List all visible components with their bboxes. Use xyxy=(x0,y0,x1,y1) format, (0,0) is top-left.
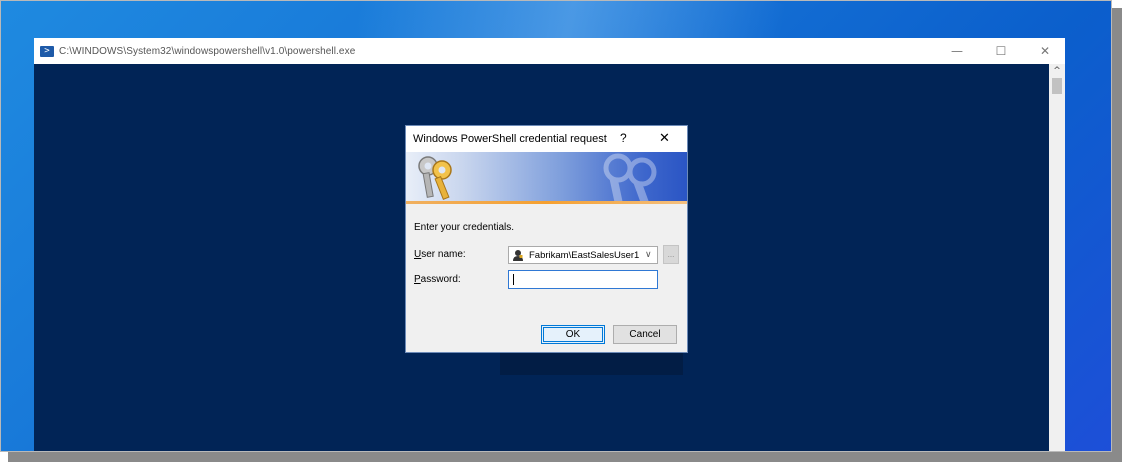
screenshot-shadow-bottom xyxy=(8,452,1122,462)
scrollbar-thumb[interactable] xyxy=(1052,78,1062,94)
console-titlebar[interactable]: > C:\WINDOWS\System32\windowspowershell\… xyxy=(34,38,1065,64)
user-name-value: Fabrikam\EastSalesUser1 xyxy=(529,250,640,261)
dialog-close-button[interactable]: ✕ xyxy=(659,130,670,146)
minimize-button[interactable]: — xyxy=(936,38,978,64)
chevron-down-icon[interactable]: ∨ xyxy=(645,249,652,260)
keys-icon xyxy=(418,156,452,200)
console-title: C:\WINDOWS\System32\windowspowershell\v1… xyxy=(59,45,356,57)
user-name-combobox[interactable]: Fabrikam\EastSalesUser1 ∨ xyxy=(508,246,658,264)
close-button[interactable]: ✕ xyxy=(1024,38,1066,64)
password-field[interactable] xyxy=(508,270,658,289)
cancel-button[interactable]: Cancel xyxy=(613,325,677,344)
screenshot-shadow-right xyxy=(1112,8,1122,460)
dialog-title: Windows PowerShell credential request xyxy=(413,133,607,145)
password-label: Password: xyxy=(414,274,461,285)
ok-button[interactable]: OK xyxy=(541,325,605,344)
password-label-accesskey: P xyxy=(414,274,421,285)
help-button[interactable]: ? xyxy=(620,131,627,145)
credential-dialog[interactable]: Windows PowerShell credential request ? … xyxy=(405,125,688,353)
banner-accent-line xyxy=(406,201,687,204)
dialog-titlebar[interactable]: Windows PowerShell credential request ? … xyxy=(406,126,687,152)
scroll-up-arrow-icon[interactable]: ^ xyxy=(1049,66,1065,76)
user-account-icon xyxy=(513,250,523,261)
powershell-icon: > xyxy=(40,45,54,57)
user-name-label: User name: xyxy=(414,249,466,260)
user-name-label-text: ser name: xyxy=(421,249,466,260)
dialog-prompt: Enter your credentials. xyxy=(414,222,515,233)
password-label-text: assword: xyxy=(420,274,461,285)
dialog-banner xyxy=(406,152,687,204)
browse-users-button[interactable]: ... xyxy=(663,245,679,264)
console-scrollbar[interactable]: ^ xyxy=(1049,64,1065,452)
keys-watermark-icon xyxy=(603,153,657,204)
dialog-shadow xyxy=(500,350,683,375)
text-caret xyxy=(513,274,514,285)
maximize-button[interactable]: ☐ xyxy=(980,38,1022,64)
